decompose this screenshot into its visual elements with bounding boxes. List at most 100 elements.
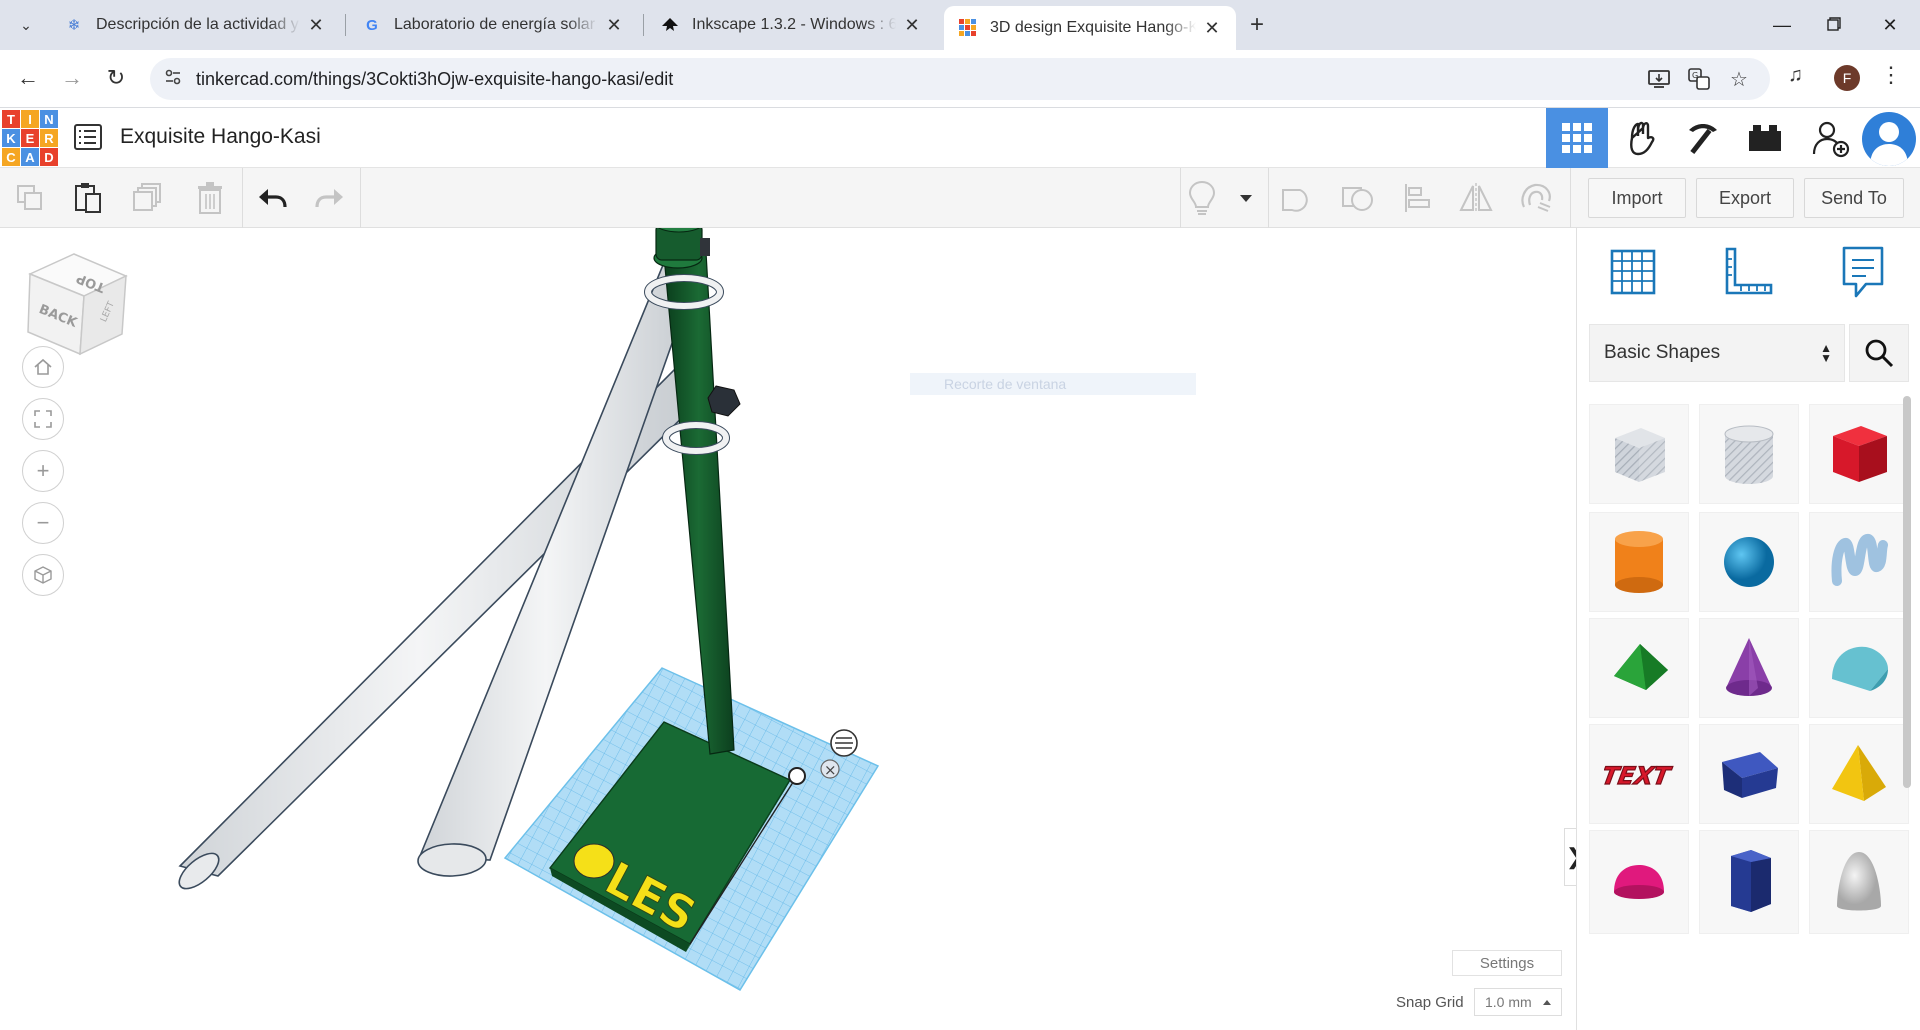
settings-button[interactable]: Settings [1452, 950, 1562, 976]
browser-tab-4-active[interactable]: 3D design Exquisite Hango-Kasi ✕ [944, 6, 1236, 50]
minimize-icon: — [1773, 14, 1791, 35]
shape-roof[interactable] [1589, 618, 1689, 718]
workplane-canvas[interactable]: TOP BACK LEFT + − Recorte de ventana LES… [0, 228, 1586, 1030]
browser-tab-3[interactable]: Inkscape 1.3.2 - Windows : 64-b ✕ [646, 6, 936, 44]
notes-lightbulb-button[interactable] [1182, 178, 1222, 218]
media-controls-icon[interactable]: ♫ [1788, 64, 1803, 87]
close-tab-icon[interactable]: ✕ [1202, 18, 1222, 39]
logo-letter: A [21, 148, 39, 166]
send-to-button[interactable]: Send To [1804, 178, 1904, 218]
lightbulb-icon [1188, 180, 1216, 215]
invite-collaborators-button[interactable] [1800, 108, 1862, 168]
site-info-icon[interactable] [164, 68, 182, 91]
magnet-icon [1521, 183, 1551, 212]
reload-button[interactable]: ↻ [98, 60, 134, 96]
redo-icon [315, 189, 343, 208]
shape-pyramid[interactable] [1809, 724, 1909, 824]
shape-polygon[interactable] [1699, 830, 1799, 934]
3d-design-view-button[interactable] [1546, 108, 1608, 168]
bricks-button[interactable] [1734, 108, 1796, 168]
close-tab-icon[interactable]: ✕ [604, 15, 624, 36]
align-button[interactable] [1398, 178, 1438, 218]
ruler-tool-button[interactable] [1717, 242, 1777, 302]
paste-button[interactable] [68, 178, 108, 218]
omnibox[interactable]: tinkercad.com/things/3Cokti3hOjw-exquisi… [150, 58, 1770, 100]
copy-icon [17, 185, 42, 210]
shape-category-label: Basic Shapes [1604, 342, 1721, 363]
shape-box[interactable] [1809, 404, 1909, 504]
export-button[interactable]: Export [1696, 178, 1794, 218]
design-title[interactable]: Exquisite Hango-Kasi [120, 125, 321, 149]
minimize-window-button[interactable]: — [1754, 0, 1810, 50]
shape-cone[interactable] [1699, 618, 1799, 718]
group-button[interactable] [1278, 178, 1318, 218]
logo-letter: D [40, 148, 58, 166]
copy-button[interactable] [10, 178, 50, 218]
ungroup-icon [1342, 187, 1373, 211]
resize-handle-icon[interactable]: × [824, 761, 837, 779]
ungroup-button[interactable] [1338, 178, 1378, 218]
url-text[interactable]: tinkercad.com/things/3Cokti3hOjw-exquisi… [196, 69, 673, 90]
blocks-button[interactable] [1672, 108, 1734, 168]
panel-scrollbar[interactable] [1903, 396, 1911, 788]
browser-tab-2[interactable]: G Laboratorio de energía solar sal ✕ [348, 6, 638, 44]
tab-title: Inkscape 1.3.2 - Windows : 64-b [692, 16, 896, 33]
tinkercad-logo[interactable]: TIN KER CAD [2, 110, 58, 166]
shape-cylinder[interactable] [1589, 512, 1689, 612]
shape-wedge[interactable] [1699, 724, 1799, 824]
tab-title: 3D design Exquisite Hango-Kasi [990, 19, 1196, 36]
shape-box-hole[interactable] [1589, 404, 1689, 504]
brick-icon [1749, 125, 1781, 151]
shape-round-roof[interactable] [1809, 618, 1909, 718]
workplane-tool-button[interactable] [1603, 242, 1663, 302]
profile-avatar[interactable]: F [1834, 65, 1860, 91]
translate-icon[interactable]: G [1686, 66, 1712, 92]
shape-half-sphere[interactable] [1589, 830, 1689, 934]
align-icon [1405, 184, 1430, 212]
scribble-icon [1831, 534, 1888, 586]
toolbar-divider [360, 168, 361, 228]
install-app-icon[interactable] [1646, 66, 1672, 92]
shape-cylinder-hole[interactable] [1699, 404, 1799, 504]
design-list-icon[interactable] [74, 124, 102, 150]
forward-button[interactable]: → [54, 60, 90, 96]
undo-button[interactable] [252, 178, 292, 218]
new-tab-button[interactable]: + [1240, 8, 1274, 42]
notes-dropdown-button[interactable] [1228, 178, 1264, 218]
browser-menu-icon[interactable]: ⋮ [1880, 62, 1902, 88]
roof-icon [1614, 644, 1668, 690]
cruise-magnet-button[interactable] [1516, 178, 1556, 218]
delete-button[interactable] [190, 178, 230, 218]
shape-sphere[interactable] [1699, 512, 1799, 612]
shape-category-select[interactable]: Basic Shapes ▲ ▼ [1589, 324, 1845, 382]
close-window-button[interactable]: ✕ [1862, 0, 1918, 50]
updown-caret-icon: ▲ ▼ [1820, 341, 1832, 365]
shape-text[interactable]: TEXT [1589, 724, 1689, 824]
sim-lab-button[interactable] [1610, 108, 1672, 168]
bookmark-star-icon[interactable]: ☆ [1726, 66, 1752, 92]
browser-tab-1[interactable]: ❄ Descripción de la actividad y en ✕ [50, 6, 340, 44]
import-button[interactable]: Import [1588, 178, 1686, 218]
close-tab-icon[interactable]: ✕ [306, 15, 326, 36]
restore-window-button[interactable] [1806, 0, 1862, 50]
arrow-left-icon: ← [17, 65, 39, 90]
notes-tool-button[interactable] [1833, 242, 1893, 302]
shape-paraboloid[interactable] [1809, 830, 1909, 934]
tab-search-button[interactable]: ⌄ [8, 8, 44, 42]
scene-3d[interactable]: LES × [0, 228, 1576, 1030]
duplicate-button[interactable] [128, 178, 168, 218]
user-avatar[interactable] [1862, 112, 1916, 166]
grid-view-icon [1562, 123, 1592, 153]
close-tab-icon[interactable]: ✕ [902, 15, 922, 36]
toolbar-divider [1570, 168, 1571, 228]
back-button[interactable]: ← [10, 60, 46, 96]
toolbar-divider [1268, 168, 1269, 228]
shape-search-button[interactable] [1849, 324, 1909, 382]
mirror-button[interactable] [1456, 178, 1496, 218]
snap-grid-select[interactable]: 1.0 mm [1474, 988, 1562, 1016]
cone-icon [1726, 638, 1772, 696]
redo-button[interactable] [310, 178, 350, 218]
shape-scribble[interactable] [1809, 512, 1909, 612]
mirror-icon [1459, 183, 1493, 213]
shapes-panel: Basic Shapes ▲ ▼ TEXT [1576, 228, 1920, 1030]
